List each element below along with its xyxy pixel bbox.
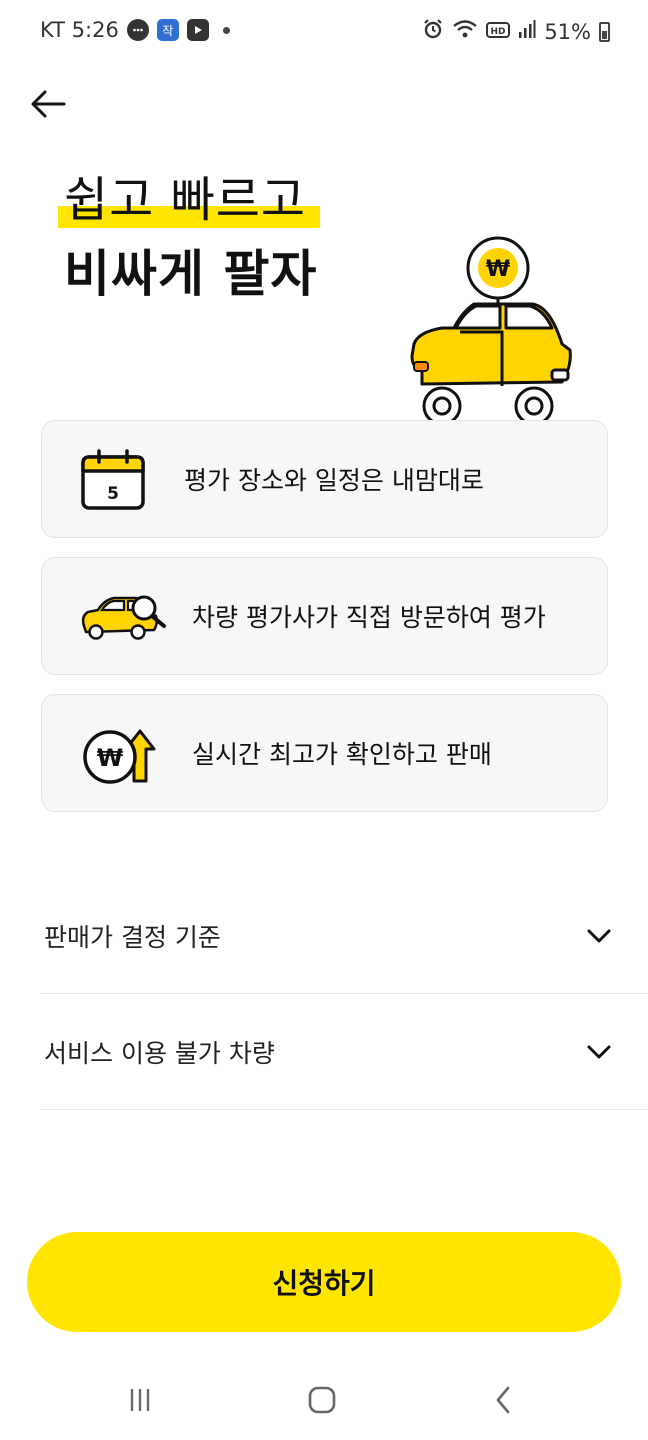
battery-percent: 51%	[544, 19, 591, 44]
feature-label-inspection: 차량 평가사가 직접 방문하여 평가	[192, 603, 546, 632]
recent-apps-icon	[130, 1389, 150, 1411]
accordion-sale-price-criteria[interactable]: 판매가 결정 기준	[41, 878, 648, 994]
chevron-down-icon	[587, 1045, 611, 1058]
accordion-label: 판매가 결정 기준	[44, 922, 221, 952]
back-button[interactable]	[26, 82, 70, 126]
arrow-left-icon	[31, 90, 66, 118]
won-symbol-small: ₩	[97, 744, 124, 772]
chevron-left-icon	[496, 1386, 510, 1414]
headline-line-2: 비싸게 팔자	[64, 245, 318, 303]
app-badge-icon: 작	[156, 19, 179, 41]
calendar-icon: 5	[80, 449, 146, 511]
car-price-illustration: ₩	[410, 236, 572, 426]
status-left: KT 5:26 작	[40, 18, 230, 42]
battery-icon	[599, 21, 610, 42]
chat-bubble-icon	[126, 19, 149, 41]
svg-text:HD: HD	[491, 27, 506, 37]
hd-icon: HD	[486, 20, 511, 44]
apply-button[interactable]: 신청하기	[27, 1232, 621, 1332]
headline-line-1: 쉽고 빠르고	[64, 172, 307, 228]
feature-card-inspection: 차량 평가사가 직접 방문하여 평가	[41, 557, 608, 675]
price-up-icon: ₩	[80, 723, 156, 785]
accordion-ineligible-vehicles[interactable]: 서비스 이용 불가 차량	[41, 994, 648, 1110]
chevron-down-icon	[587, 929, 611, 942]
status-right: HD 51%	[422, 18, 610, 45]
car-inspection-icon	[78, 592, 170, 642]
feature-card-price: ₩ 실시간 최고가 확인하고 판매	[41, 694, 608, 812]
accordion-label: 서비스 이용 불가 차량	[44, 1038, 275, 1068]
won-symbol: ₩	[486, 257, 510, 282]
more-notifications-dot	[222, 26, 230, 34]
nav-back-button[interactable]	[484, 1380, 524, 1420]
youtube-icon	[186, 19, 209, 41]
system-nav-bar	[0, 1360, 648, 1440]
feature-label-price: 실시간 최고가 확인하고 판매	[192, 740, 492, 769]
signal-icon	[518, 19, 536, 44]
calendar-day: 5	[107, 484, 119, 504]
carrier-time: KT 5:26	[40, 18, 119, 42]
home-button[interactable]	[302, 1380, 342, 1420]
feature-label-schedule: 평가 장소와 일정은 내맘대로	[184, 466, 484, 495]
wifi-icon	[452, 18, 478, 45]
feature-card-schedule: 5 평가 장소와 일정은 내맘대로	[41, 420, 608, 538]
status-bar: KT 5:26 작 HD 51%	[0, 0, 648, 66]
home-icon	[308, 1386, 336, 1414]
recent-apps-button[interactable]	[120, 1380, 160, 1420]
alarm-icon	[422, 18, 444, 45]
